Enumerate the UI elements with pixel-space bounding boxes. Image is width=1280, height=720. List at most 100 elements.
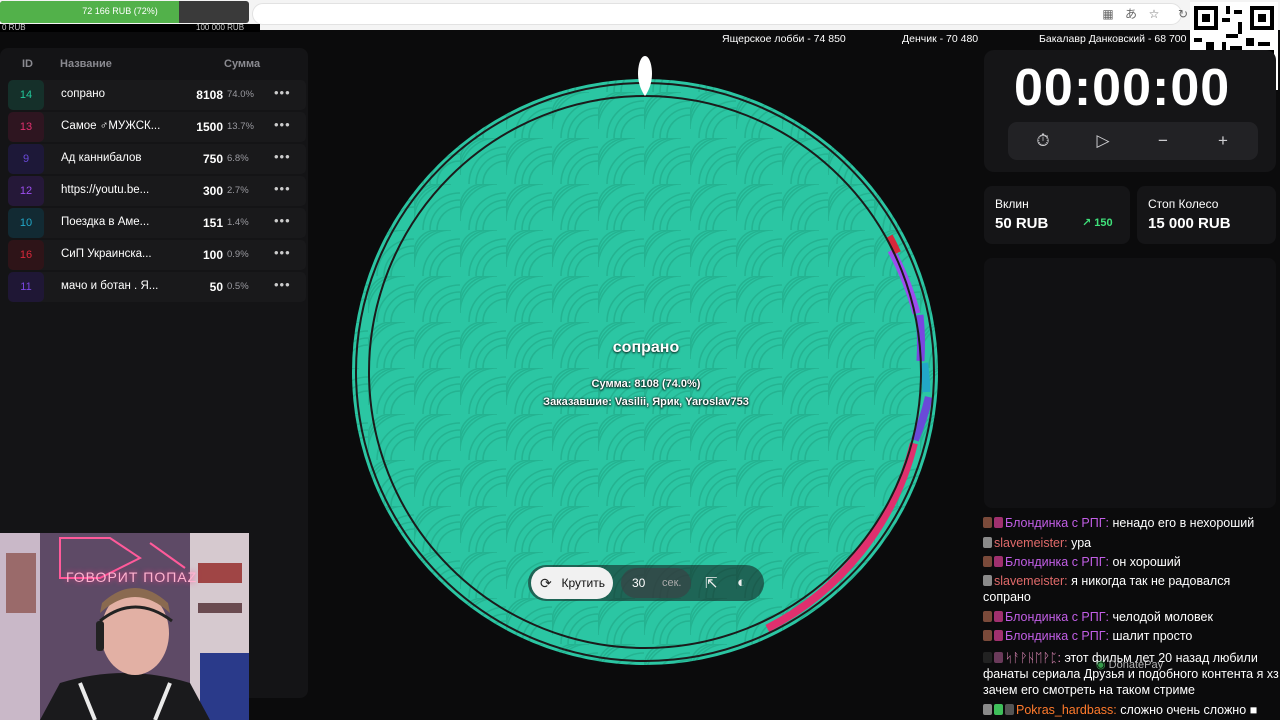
list-item[interactable]: 9 Ад каннибалов 750 6.8% ••• — [8, 144, 306, 174]
donatepay-label: DonatePay — [1108, 659, 1164, 671]
chat-text: челодой моловек — [1109, 610, 1213, 624]
stop-wheel-label: Стоп Колесо — [1148, 197, 1219, 211]
entry-sum: 750 — [202, 152, 223, 166]
timer-display: 00:00:00 — [1014, 59, 1231, 117]
entry-name: мачо и ботан . Я... — [61, 280, 159, 292]
goal-min-label: 0 RUB — [2, 23, 26, 32]
entry-sum: 50 — [209, 280, 223, 294]
play-icon[interactable]: ▷ — [1088, 129, 1118, 153]
entry-sum: 300 — [202, 184, 223, 198]
list-item[interactable]: 10 Поездка в Аме... 151 1.4% ••• — [8, 208, 306, 238]
deposit-label: Вклин — [995, 197, 1029, 211]
entry-name: Самое ♂МУЖСК... — [61, 120, 161, 132]
chat-username: slavemeister: — [994, 574, 1068, 588]
chat-username: Блондинка с РПГ: — [1005, 555, 1109, 569]
webcam-image — [0, 533, 249, 720]
empty-panel — [984, 258, 1276, 508]
entry-name: Поездка в Аме... — [61, 216, 150, 228]
minus-icon[interactable]: − — [1148, 129, 1178, 153]
chat-username: Блондинка с РПГ: — [1005, 516, 1109, 530]
more-options-icon[interactable]: ••• — [274, 213, 291, 228]
goal-max-label: 100 000 RUB — [196, 23, 245, 32]
entry-sum: 1500 — [196, 120, 223, 134]
chat-message: Блондинка с РПГ: шалит просто — [983, 628, 1280, 644]
chat-message: Блондинка с РПГ: ненадо его в нехороший — [983, 515, 1280, 531]
translate-icon[interactable]: あ — [1124, 7, 1138, 21]
list-item[interactable]: 13 Самое ♂МУЖСК... 1500 13.7% ••• — [8, 112, 306, 142]
chat-username: Блондинка с РПГ: — [1005, 629, 1109, 643]
goal-progress-bar: 72 166 RUB (72%) — [0, 1, 249, 23]
chat-message: Pokras_hardbass: сложно очень сложно ■ — [983, 702, 1280, 718]
chat-message: Блондинка с РПГ: он хороший — [983, 554, 1280, 570]
chat-username: ᛋᚨᚹᚺᛖᚹᛈ: — [1005, 651, 1061, 665]
extensions-icon[interactable]: ▦ — [1101, 7, 1115, 21]
more-options-icon[interactable]: ••• — [274, 277, 291, 292]
wheel-current-sum: Сумма: 8108 (74.0%) — [591, 378, 701, 390]
list-item[interactable]: 11 мачо и ботан . Я... 50 0.5% ••• — [8, 272, 306, 302]
goal-progress-label: 72 166 RUB (72%) — [82, 6, 158, 16]
entry-id: 14 — [8, 80, 44, 110]
more-options-icon[interactable]: ••• — [274, 181, 291, 196]
entry-id: 13 — [8, 112, 44, 142]
chat-text: ненадо его в нехороший — [1109, 516, 1255, 530]
more-options-icon[interactable]: ••• — [274, 149, 291, 164]
leader-3: Бакалавр Данковский - 68 700 — [1039, 33, 1187, 45]
bookmark-star-icon[interactable]: ☆ — [1147, 7, 1161, 21]
address-bar[interactable] — [252, 3, 1182, 25]
entry-sum: 8108 — [196, 88, 223, 102]
donatepay-watermark: ◉ DonatePay — [1096, 658, 1163, 671]
wheel-current-title: сопрано — [612, 339, 680, 356]
deposit-increase-value: 150 — [1094, 217, 1113, 229]
more-options-icon[interactable]: ••• — [274, 117, 291, 132]
entry-id: 16 — [8, 240, 44, 270]
entry-id: 10 — [8, 208, 44, 238]
chat-username: Pokras_hardbass: — [1016, 703, 1117, 717]
share-icon[interactable]: ⇱ — [705, 574, 718, 592]
column-header-sum: Сумма — [224, 58, 261, 70]
chat-text: ура — [1067, 536, 1092, 550]
palette-icon[interactable]: ◐ — [737, 574, 746, 591]
donatepay-logo-icon: ◉ — [1096, 659, 1109, 671]
entry-name: сопрано — [61, 88, 106, 100]
more-options-icon[interactable]: ••• — [274, 85, 291, 100]
chat-text: он хороший — [1109, 555, 1181, 569]
deposit-increase: ↗ 150 — [1082, 216, 1113, 229]
column-header-name: Название — [60, 58, 112, 70]
webcam-overlay: ГОВОРИТ ПОПАZ — [0, 533, 249, 720]
entry-percent: 1.4% — [227, 217, 249, 228]
chat-username: slavemeister: — [994, 536, 1068, 550]
list-item[interactable]: 12 https://youtu.be... 300 2.7% ••• — [8, 176, 306, 206]
neon-sign-text: ГОВОРИТ ПОПАZ — [66, 569, 198, 585]
entry-sum: 100 — [202, 248, 223, 262]
entry-id: 12 — [8, 176, 44, 206]
chat-username: Блондинка с РПГ: — [1005, 610, 1109, 624]
deposit-value: 50 RUB — [995, 215, 1049, 232]
entry-percent: 0.9% — [227, 249, 249, 260]
entry-name: Ад каннибалов — [61, 152, 142, 164]
entry-percent: 2.7% — [227, 185, 249, 196]
spin-duration-value: 30 — [632, 576, 646, 590]
entry-id: 11 — [8, 272, 44, 302]
chat-message: Блондинка с РПГ: челодой моловек — [983, 609, 1280, 625]
list-item[interactable]: 16 СиП Украинска... 100 0.9% ••• — [8, 240, 306, 270]
leader-2: Денчик - 70 480 — [902, 33, 979, 45]
plus-icon[interactable]: + — [1208, 129, 1238, 153]
stop-wheel-value: 15 000 RUB — [1148, 215, 1231, 232]
chat-message: slavemeister: я никогда так не радовался… — [983, 573, 1280, 605]
reload-icon[interactable]: ↻ — [1176, 7, 1190, 21]
entry-id: 9 — [8, 144, 44, 174]
list-item[interactable]: 14 сопрано 8108 74.0% ••• — [8, 80, 306, 110]
chat-text: сложно очень сложно ■ — [1116, 703, 1258, 717]
spin-duration-unit: сек. — [662, 577, 682, 589]
spin-icon: ⟳ — [540, 575, 552, 591]
leader-1: Ящерское лобби - 74 850 — [722, 33, 846, 45]
timer-reset-icon[interactable]: ⏱ — [1028, 129, 1058, 153]
wheel-segment-10 — [920, 362, 931, 393]
trend-up-icon: ↗ — [1082, 217, 1095, 229]
entry-percent: 0.5% — [227, 281, 249, 292]
chat-message: slavemeister: ура — [983, 535, 1280, 551]
more-options-icon[interactable]: ••• — [274, 245, 291, 260]
entry-sum: 151 — [202, 216, 223, 230]
entry-name: https://youtu.be... — [61, 184, 150, 196]
wheel-current-orders: Заказавшие: Vasilii, Ярик, Yaroslav753 — [543, 396, 749, 408]
